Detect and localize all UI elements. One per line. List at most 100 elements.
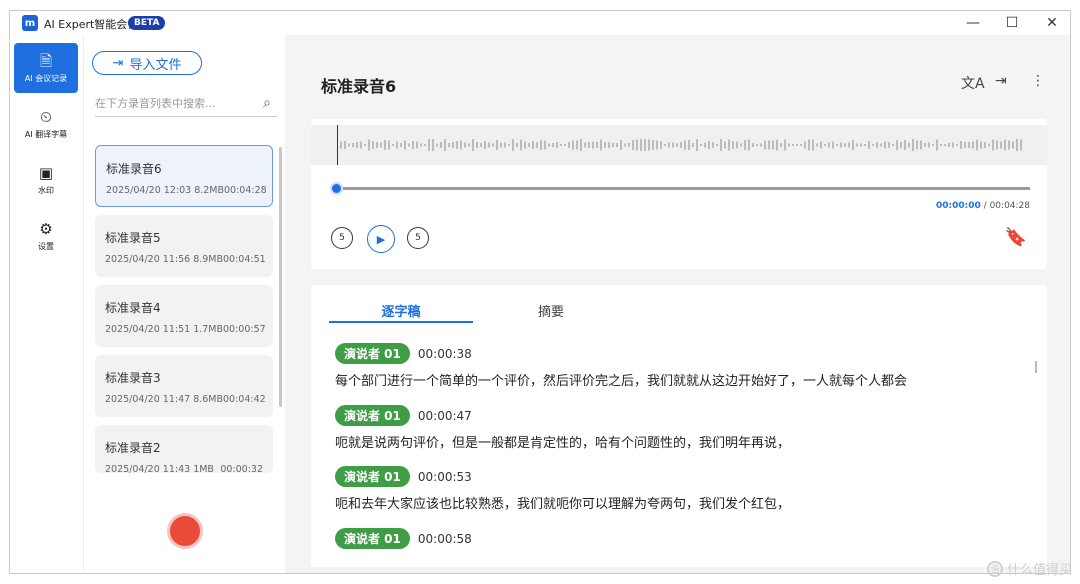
recording-date: 2025/04/20 11:56 xyxy=(105,254,191,265)
watermark-logo-icon: 值 xyxy=(986,560,1003,577)
recording-meta: 2025/04/20 11:47 8.6MB 00:04:42 xyxy=(105,394,266,405)
more-icon[interactable]: ⋮ xyxy=(1031,73,1045,89)
recording-name: 标准录音5 xyxy=(105,231,161,245)
recording-size: 8.9MB xyxy=(193,254,224,265)
segment-time[interactable]: 00:00:53 xyxy=(418,470,472,484)
recording-date: 2025/04/20 12:03 xyxy=(106,185,192,196)
document-icon: 🗎 xyxy=(39,51,53,70)
minimize-button[interactable]: — xyxy=(961,13,985,33)
record-button[interactable] xyxy=(167,513,203,549)
translate-icon[interactable]: 文A xyxy=(961,73,985,93)
nav-item-label: AI 翻译字幕 xyxy=(24,129,68,139)
watermark-icon: ▣ xyxy=(38,163,54,182)
watermark-text: 什么值得买 xyxy=(1006,563,1072,578)
watermark: 值 什么值得买 xyxy=(986,559,1072,578)
recording-duration: 00:04:51 xyxy=(223,254,266,265)
recording-date: 2025/04/20 11:43 xyxy=(105,464,191,475)
tab-transcript[interactable]: 逐字稿 xyxy=(329,301,473,323)
speaker-badge[interactable]: 演说者 01 xyxy=(335,343,410,364)
nav-item-translate-subtitle[interactable]: ⏲ AI 翻译字幕 xyxy=(14,99,78,149)
recording-meta: 2025/04/20 11:43 1MB 00:00:32 xyxy=(105,464,263,475)
recording-item[interactable]: 标准录音2 2025/04/20 11:43 1MB 00:00:32 xyxy=(95,425,273,475)
recording-meta: 2025/04/20 11:56 8.9MB 00:04:51 xyxy=(105,254,266,265)
page-title: 标准录音6 xyxy=(321,77,397,96)
recording-name: 标准录音2 xyxy=(105,441,161,455)
import-file-label: 导入文件 xyxy=(129,57,182,73)
app-window: m AI Expert智能会议 BETA — ☐ ✕ 🗎 AI 会议记录 ⏲ A… xyxy=(9,10,1071,574)
maximize-button[interactable]: ☐ xyxy=(1000,13,1024,33)
title-bar: m AI Expert智能会议 BETA — ☐ ✕ xyxy=(10,11,1070,35)
nav-item-watermark[interactable]: ▣ 水印 xyxy=(14,155,78,205)
transcript-segment: 演说者 01 00:00:38 每个部门进行一个简单的一个评价，然后评价完之后，… xyxy=(335,343,907,389)
recording-item[interactable]: 标准录音3 2025/04/20 11:47 8.6MB 00:04:42 xyxy=(95,355,273,417)
recording-duration: 00:04:28 xyxy=(224,185,267,196)
segment-time[interactable]: 00:00:38 xyxy=(418,347,472,361)
transcript-scrollbar[interactable] xyxy=(1035,361,1037,373)
recording-size: 1MB xyxy=(193,464,214,475)
main-content: 标准录音6 文A ⇥ ⋮ 00:00:00 / 00:04:28 5 ▶ 5 🔖… xyxy=(285,35,1070,573)
recording-size: 8.6MB xyxy=(193,394,224,405)
progress-track[interactable] xyxy=(336,187,1030,190)
recording-name: 标准录音3 xyxy=(105,371,161,385)
time-separator: / xyxy=(983,201,987,211)
recording-name: 标准录音6 xyxy=(106,162,162,176)
recording-item[interactable]: 标准录音6 2025/04/20 12:03 8.2MB 00:04:28 xyxy=(95,145,273,207)
speaker-badge[interactable]: 演说者 01 xyxy=(335,528,410,549)
recording-date: 2025/04/20 11:51 xyxy=(105,324,191,335)
recording-duration: 00:00:57 xyxy=(223,324,266,335)
search-box: ⌕ xyxy=(95,91,277,117)
nav-item-label: AI 会议记录 xyxy=(24,73,68,83)
segment-time[interactable]: 00:00:47 xyxy=(418,409,472,423)
transcript-panel: 逐字稿 摘要 演说者 01 00:00:38 每个部门进行一个简单的一个评价，然… xyxy=(311,285,1047,567)
recording-meta: 2025/04/20 12:03 8.2MB 00:04:28 xyxy=(106,185,267,196)
search-input[interactable] xyxy=(95,97,245,110)
recording-duration: 00:00:32 xyxy=(220,464,263,475)
recording-list-panel: ⇥ 导入文件 ⌕ 标准录音6 2025/04/20 12:03 8.2MB 00… xyxy=(85,35,285,573)
import-icon: ⇥ xyxy=(112,55,124,71)
forward-5-button[interactable]: 5 xyxy=(407,227,429,249)
app-logo-icon: m xyxy=(22,15,38,31)
gear-icon: ⚙ xyxy=(39,219,53,238)
subtitle-clock-icon: ⏲ xyxy=(40,107,52,126)
play-button[interactable]: ▶ xyxy=(367,225,395,253)
nav-item-label: 水印 xyxy=(38,185,54,195)
current-time: 00:00:00 xyxy=(936,201,981,211)
app-title: AI Expert智能会议 xyxy=(44,18,139,31)
segment-text: 每个部门进行一个简单的一个评价，然后评价完之后，我们就就从这边开始好了，一人就每… xyxy=(335,374,908,389)
total-time: 00:04:28 xyxy=(989,201,1030,211)
audio-player: 00:00:00 / 00:04:28 5 ▶ 5 🔖 xyxy=(311,119,1047,269)
nav-item-meeting-record[interactable]: 🗎 AI 会议记录 xyxy=(14,43,78,93)
segment-time[interactable]: 00:00:58 xyxy=(418,532,472,546)
rewind-5-button[interactable]: 5 xyxy=(331,227,353,249)
recording-name: 标准录音4 xyxy=(105,301,161,315)
nav-item-label: 设置 xyxy=(38,241,54,251)
recording-meta: 2025/04/20 11:51 1.7MB 00:00:57 xyxy=(105,324,266,335)
left-nav: 🗎 AI 会议记录 ⏲ AI 翻译字幕 ▣ 水印 ⚙ 设置 xyxy=(10,35,84,573)
recording-duration: 00:04:42 xyxy=(223,394,266,405)
speaker-badge[interactable]: 演说者 01 xyxy=(335,405,410,426)
tab-summary[interactable]: 摘要 xyxy=(479,301,623,323)
progress-knob[interactable] xyxy=(330,182,343,195)
recording-item[interactable]: 标准录音4 2025/04/20 11:51 1.7MB 00:00:57 xyxy=(95,285,273,347)
segment-text: 呃就是说两句评价，但是一般都是肯定性的，哈有个问题性的，我们明年再说， xyxy=(335,436,791,451)
recording-size: 1.7MB xyxy=(193,324,224,335)
list-scrollbar[interactable] xyxy=(279,147,282,407)
waveform[interactable] xyxy=(311,125,1047,165)
close-button[interactable]: ✕ xyxy=(1040,13,1064,33)
recording-item[interactable]: 标准录音5 2025/04/20 11:56 8.9MB 00:04:51 xyxy=(95,215,273,277)
transcript-segment: 演说者 01 00:00:53 呃和去年大家应该也比较熟悉，我们就呃你可以理解为… xyxy=(335,466,790,512)
bookmark-add-icon[interactable]: 🔖 xyxy=(1005,227,1027,248)
transcript-segment: 演说者 01 00:00:47 呃就是说两句评价，但是一般都是肯定性的，哈有个问… xyxy=(335,405,790,451)
time-readout: 00:00:00 / 00:04:28 xyxy=(936,201,1030,211)
search-icon[interactable]: ⌕ xyxy=(263,95,271,111)
speaker-badge[interactable]: 演说者 01 xyxy=(335,466,410,487)
waveform-graphic xyxy=(340,139,1022,151)
playhead xyxy=(337,125,338,165)
beta-badge: BETA xyxy=(128,16,166,30)
nav-item-settings[interactable]: ⚙ 设置 xyxy=(14,211,78,261)
transcript-segment: 演说者 01 00:00:58 xyxy=(335,528,472,549)
segment-text: 呃和去年大家应该也比较熟悉，我们就呃你可以理解为夸两句，我们发个红包， xyxy=(335,497,791,512)
import-file-button[interactable]: ⇥ 导入文件 xyxy=(92,51,202,75)
export-icon[interactable]: ⇥ xyxy=(995,73,1007,89)
recording-date: 2025/04/20 11:47 xyxy=(105,394,191,405)
